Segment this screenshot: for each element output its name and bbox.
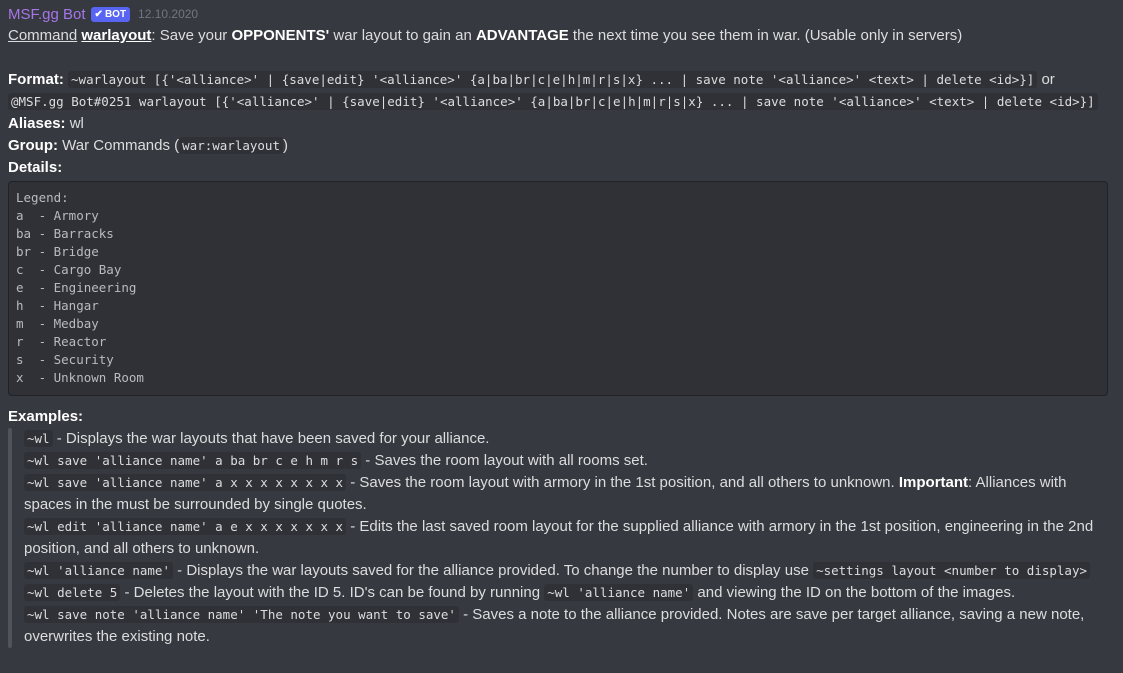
desc-text: war layout to gain an xyxy=(329,27,476,44)
format-label: Format: xyxy=(8,71,64,88)
desc-text: : Save your xyxy=(151,27,232,44)
example-text: - Edits the last saved room layout for t… xyxy=(346,518,1094,535)
example-code: ~wl save note 'alliance name' 'The note … xyxy=(24,606,459,623)
example-item: ~wl save 'alliance name' a ba br c e h m… xyxy=(24,450,1093,472)
verified-check-icon: ✔ xyxy=(94,8,103,20)
group-label: Group: xyxy=(8,137,58,154)
examples-quote: ~wl - Displays the war layouts that have… xyxy=(8,428,1113,648)
example-item: ~wl save 'alliance name' a x x x x x x x… xyxy=(24,472,1093,516)
legend-code-block: Legend: a - Armory ba - Barracks br - Br… xyxy=(8,181,1108,396)
group-code: war:warlayout xyxy=(179,137,283,154)
format-code-2: @MSF.gg Bot#0251 warlayout [{'<alliance>… xyxy=(8,93,1098,110)
example-item: ~wl delete 5 - Deletes the layout with t… xyxy=(24,582,1093,604)
desc-text: the next time you see them in war. (Usab… xyxy=(568,27,963,44)
bot-badge-label: BOT xyxy=(104,8,127,20)
format-line-2: @MSF.gg Bot#0251 warlayout [{'<alliance>… xyxy=(8,91,1113,113)
desc-bold-advantage: ADVANTAGE xyxy=(475,27,569,44)
desc-bold-opponents: OPPONENTS' xyxy=(231,27,330,44)
example-text: overwrites the existing note. xyxy=(24,628,210,645)
example-text: position, and all others to unknown. xyxy=(24,540,260,557)
bot-message: MSF.gg Bot ✔ BOT 12.10.2020 Command warl… xyxy=(0,0,1123,648)
example-code: ~wl delete 5 xyxy=(24,584,121,601)
group-value: War Commands ( xyxy=(58,137,180,154)
aliases-label: Aliases: xyxy=(8,115,66,132)
example-text: spaces in the must be surrounded by sing… xyxy=(24,496,367,513)
timestamp: 12.10.2020 xyxy=(138,7,199,21)
example-text: - Saves a note to the alliance provided.… xyxy=(458,606,1085,623)
example-item: ~wl save note 'alliance name' 'The note … xyxy=(24,604,1093,648)
command-name: warlayout xyxy=(81,27,152,44)
example-text: and viewing the ID on the bottom of the … xyxy=(693,584,1016,601)
examples-list: ~wl - Displays the war layouts that have… xyxy=(24,428,1093,648)
example-code: ~wl save 'alliance name' a ba br c e h m… xyxy=(24,452,362,469)
example-text: - Displays the war layouts that have bee… xyxy=(52,430,490,447)
example-code: ~wl 'alliance name' xyxy=(24,562,173,579)
command-description: Command warlayout: Save your OPPONENTS' … xyxy=(8,25,1113,47)
example-text: - Saves the room layout with all rooms s… xyxy=(361,452,648,469)
example-text: : Alliances with xyxy=(968,474,1067,491)
format-or: or xyxy=(1037,71,1055,88)
command-prefix: Command xyxy=(8,27,78,44)
details-label: Details: xyxy=(8,159,63,176)
quote-bar xyxy=(8,428,12,648)
example-code: ~wl edit 'alliance name' a e x x x x x x… xyxy=(24,518,347,535)
example-text: - Deletes the layout with the ID 5. ID's… xyxy=(120,584,545,601)
group-line: Group: War Commands (war:warlayout) xyxy=(8,135,1113,157)
example-item: ~wl edit 'alliance name' a e x x x x x x… xyxy=(24,516,1093,560)
example-important: Important xyxy=(898,474,969,491)
format-code-1: ~warlayout [{'<alliance>' | {save|edit} … xyxy=(68,71,1038,88)
example-text: - Saves the room layout with armory in t… xyxy=(346,474,899,491)
group-close: ) xyxy=(282,137,288,154)
aliases-line: Aliases: wl xyxy=(8,113,1113,135)
example-code: ~wl xyxy=(24,430,53,447)
example-code: ~settings layout <number to display> xyxy=(813,562,1091,579)
details-line: Details: xyxy=(8,157,1113,179)
bot-badge: ✔ BOT xyxy=(90,6,131,22)
example-item: ~wl 'alliance name' - Displays the war l… xyxy=(24,560,1093,582)
example-code: ~wl save 'alliance name' a x x x x x x x… xyxy=(24,474,347,491)
example-code: ~wl 'alliance name' xyxy=(544,584,694,601)
example-item: ~wl - Displays the war layouts that have… xyxy=(24,428,1093,450)
author-name[interactable]: MSF.gg Bot xyxy=(8,6,86,23)
message-header: MSF.gg Bot ✔ BOT 12.10.2020 xyxy=(8,3,1113,25)
examples-label: Examples: xyxy=(8,408,84,425)
format-line: Format: ~warlayout [{'<alliance>' | {sav… xyxy=(8,69,1113,91)
examples-line: Examples: xyxy=(8,406,1113,428)
example-text: - Displays the war layouts saved for the… xyxy=(173,562,814,579)
aliases-value: wl xyxy=(65,115,84,132)
